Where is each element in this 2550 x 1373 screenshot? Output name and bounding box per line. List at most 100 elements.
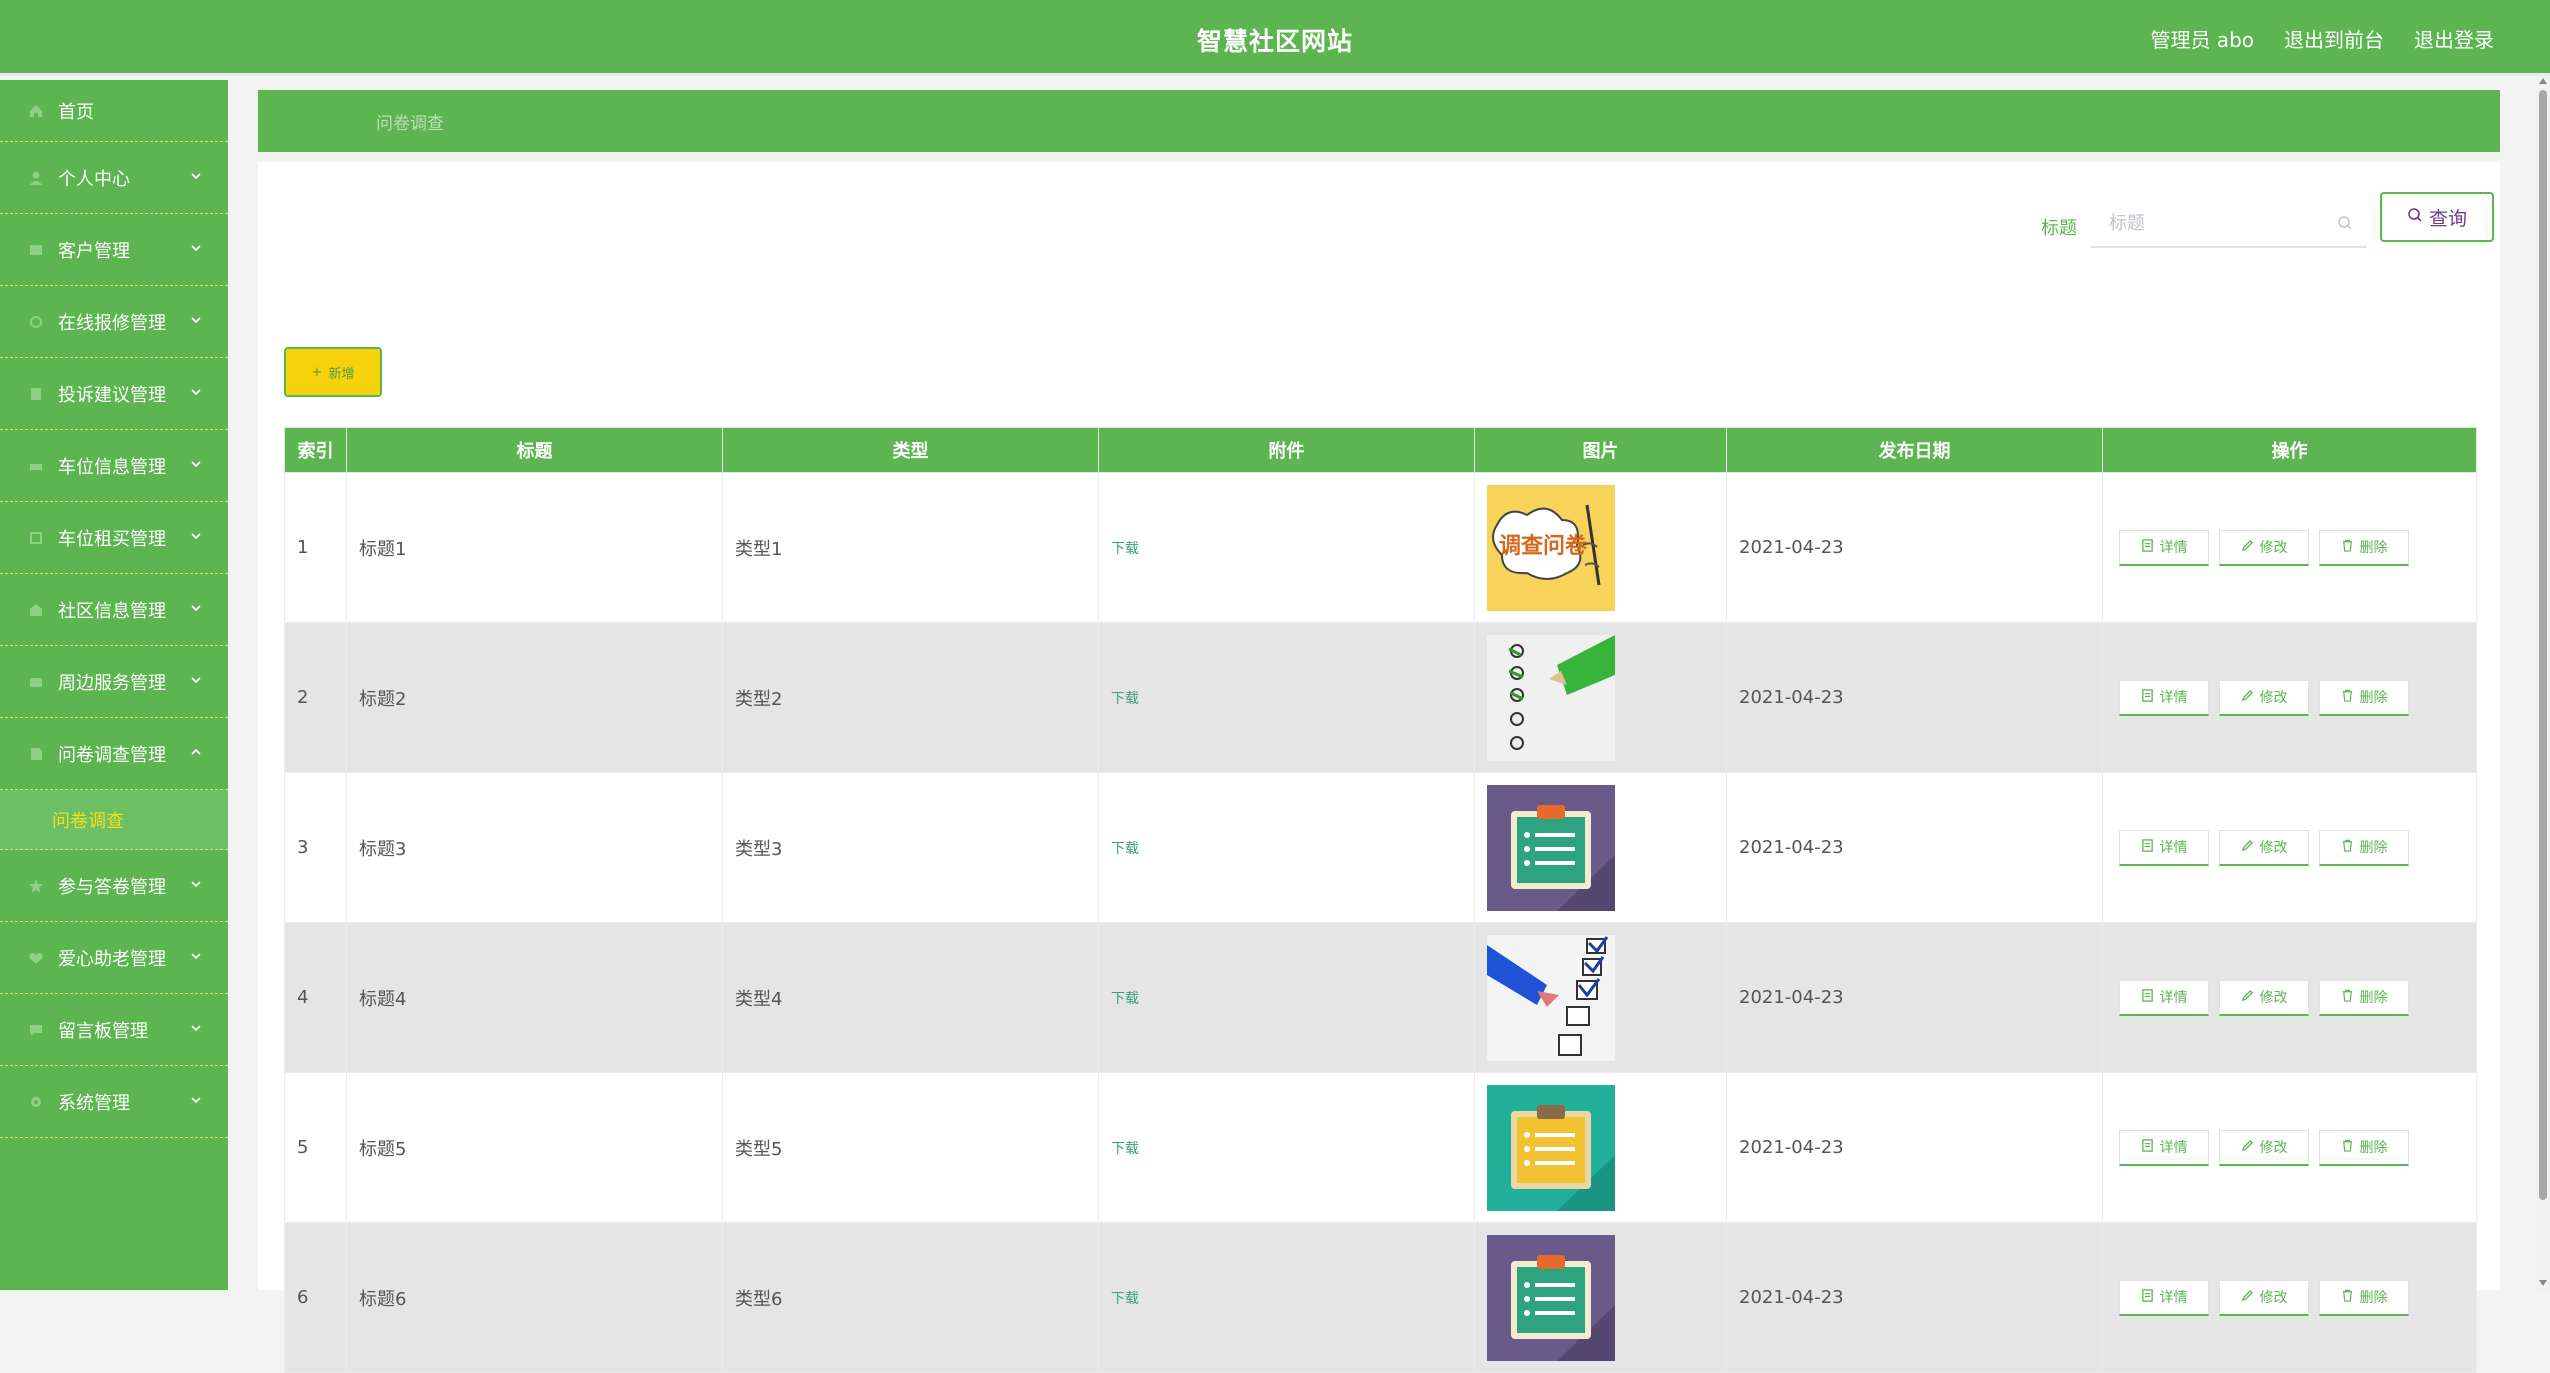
- download-link[interactable]: 下载: [1098, 1222, 1475, 1373]
- chevron-down-icon: [190, 458, 202, 470]
- sidebar-item-community[interactable]: 社区信息管理: [0, 574, 228, 646]
- cell-date: 2021-04-23: [1726, 772, 2103, 923]
- query-button[interactable]: 查询: [2380, 192, 2494, 242]
- sidebar-item-label: 系统管理: [58, 1092, 130, 1114]
- scrollbar-thumb[interactable]: [2539, 90, 2547, 1200]
- back-to-front-link[interactable]: 退出到前台: [2284, 24, 2384, 53]
- edit-button[interactable]: 修改: [2219, 1279, 2309, 1316]
- edit-button[interactable]: 修改: [2219, 1129, 2309, 1166]
- column-header-index: 索引: [284, 427, 347, 473]
- edit-button[interactable]: 修改: [2219, 829, 2309, 866]
- sidebar-item-parking-rent[interactable]: 车位租买管理: [0, 502, 228, 574]
- column-header-actions: 操作: [2102, 427, 2477, 473]
- column-header-title: 标题: [346, 427, 723, 473]
- sidebar-item-label: 爱心助老管理: [58, 948, 166, 970]
- thumbnail-image[interactable]: [1487, 634, 1615, 761]
- trash-icon: [2341, 839, 2354, 856]
- thumbnail-image[interactable]: [1487, 1084, 1615, 1211]
- cell-type: 类型2: [722, 622, 1099, 773]
- chevron-down-icon: [190, 674, 202, 686]
- cell-date: 2021-04-23: [1726, 472, 2103, 623]
- sidebar-item-label: 问卷调查管理: [58, 744, 166, 766]
- download-link[interactable]: 下载: [1098, 622, 1475, 773]
- cell-date: 2021-04-23: [1726, 1072, 2103, 1223]
- top-header: 智慧社区网站 管理员 abo 退出到前台 退出登录: [0, 0, 2550, 76]
- trash-icon: [2341, 989, 2354, 1006]
- sidebar-item-parking-info[interactable]: 车位信息管理: [0, 430, 228, 502]
- sidebar-item-personal[interactable]: 个人中心: [0, 142, 228, 214]
- cell-actions: 详情 修改 删除: [2102, 772, 2477, 923]
- delete-button[interactable]: 删除: [2319, 1279, 2409, 1316]
- sidebar-item-elder[interactable]: 爱心助老管理: [0, 922, 228, 994]
- cell-index: 6: [284, 1222, 347, 1373]
- cell-type: 类型4: [722, 922, 1099, 1073]
- cell-index: 5: [284, 1072, 347, 1223]
- detail-button[interactable]: 详情: [2119, 529, 2209, 566]
- add-button[interactable]: + 新增: [284, 347, 382, 397]
- parking-icon: [28, 458, 44, 474]
- search-label: 标题: [2041, 218, 2077, 239]
- top-links: 管理员 abo 退出到前台 退出登录: [2150, 24, 2494, 53]
- chevron-down-icon: [190, 1022, 202, 1034]
- download-link[interactable]: 下载: [1098, 922, 1475, 1073]
- sidebar-item-answer[interactable]: 参与答卷管理: [0, 850, 228, 922]
- table-row: 6 标题6 类型6 下载 2021-04-23 详情 修改 删除: [284, 1222, 2477, 1373]
- detail-button[interactable]: 详情: [2119, 679, 2209, 716]
- delete-button[interactable]: 删除: [2319, 529, 2409, 566]
- scroll-up-arrow-icon[interactable]: [2539, 78, 2547, 84]
- delete-button-label: 删除: [2359, 1140, 2388, 1156]
- sidebar-item-complaint[interactable]: 投诉建议管理: [0, 358, 228, 430]
- sidebar-item-system[interactable]: 系统管理: [0, 1066, 228, 1138]
- cell-image: [1474, 1222, 1727, 1373]
- scroll-down-arrow-icon[interactable]: [2539, 1280, 2547, 1286]
- document-icon: [2141, 1288, 2154, 1306]
- sidebar-item-customer[interactable]: 客户管理: [0, 214, 228, 286]
- cell-title: 标题5: [346, 1072, 723, 1223]
- logout-link[interactable]: 退出登录: [2414, 24, 2494, 53]
- cell-image: [1474, 1072, 1727, 1223]
- cell-index: 2: [284, 622, 347, 773]
- sidebar-item-repair[interactable]: 在线报修管理: [0, 286, 228, 358]
- download-link[interactable]: 下载: [1098, 772, 1475, 923]
- delete-button[interactable]: 删除: [2319, 1129, 2409, 1166]
- survey-table: 索引 标题 类型 附件 图片 发布日期 操作 1 标题1 类型1 下载 调查问卷 2021…: [284, 427, 2477, 1373]
- edit-icon: [2241, 1289, 2254, 1306]
- chevron-down-icon: [190, 386, 202, 398]
- sidebar-subitem-survey[interactable]: 问卷调查: [0, 790, 228, 850]
- table-row: 3 标题3 类型3 下载 2021-04-23 详情 修改 删除: [284, 772, 2477, 923]
- cell-title: 标题3: [346, 772, 723, 923]
- sidebar-item-home[interactable]: 首页: [0, 80, 228, 142]
- chevron-down-icon: [190, 314, 202, 326]
- download-link[interactable]: 下载: [1098, 1072, 1475, 1223]
- thumbnail-image[interactable]: 调查问卷: [1487, 484, 1615, 611]
- vertical-scrollbar[interactable]: [2536, 76, 2550, 1290]
- sidebar-item-label: 投诉建议管理: [58, 384, 166, 406]
- edit-button[interactable]: 修改: [2219, 979, 2309, 1016]
- thumbnail-image[interactable]: [1487, 934, 1615, 1061]
- delete-button[interactable]: 删除: [2319, 829, 2409, 866]
- thumbnail-image[interactable]: [1487, 1234, 1615, 1361]
- search-input[interactable]: [2091, 212, 2321, 234]
- sidebar-item-service[interactable]: 周边服务管理: [0, 646, 228, 718]
- detail-button[interactable]: 详情: [2119, 1279, 2209, 1316]
- edit-button[interactable]: 修改: [2219, 529, 2309, 566]
- trash-icon: [2341, 539, 2354, 556]
- sidebar-item-label: 车位信息管理: [58, 456, 166, 478]
- complaint-icon: [28, 386, 44, 402]
- main-content: 问卷调查 标题 查询 + 新增 索引 标题 类型: [228, 80, 2536, 1373]
- detail-button[interactable]: 详情: [2119, 979, 2209, 1016]
- detail-button[interactable]: 详情: [2119, 829, 2209, 866]
- download-link[interactable]: 下载: [1098, 472, 1475, 623]
- edit-button[interactable]: 修改: [2219, 679, 2309, 716]
- sidebar-item-survey[interactable]: 问卷调查管理: [0, 718, 228, 790]
- sidebar-item-message[interactable]: 留言板管理: [0, 994, 228, 1066]
- admin-user-label[interactable]: 管理员 abo: [2150, 24, 2254, 53]
- breadcrumb-current[interactable]: 问卷调查: [376, 109, 444, 134]
- delete-button[interactable]: 删除: [2319, 679, 2409, 716]
- chevron-up-icon: [190, 746, 202, 758]
- delete-button[interactable]: 删除: [2319, 979, 2409, 1016]
- document-icon: [2141, 688, 2154, 706]
- cell-index: 1: [284, 472, 347, 623]
- detail-button[interactable]: 详情: [2119, 1129, 2209, 1166]
- thumbnail-image[interactable]: [1487, 784, 1615, 911]
